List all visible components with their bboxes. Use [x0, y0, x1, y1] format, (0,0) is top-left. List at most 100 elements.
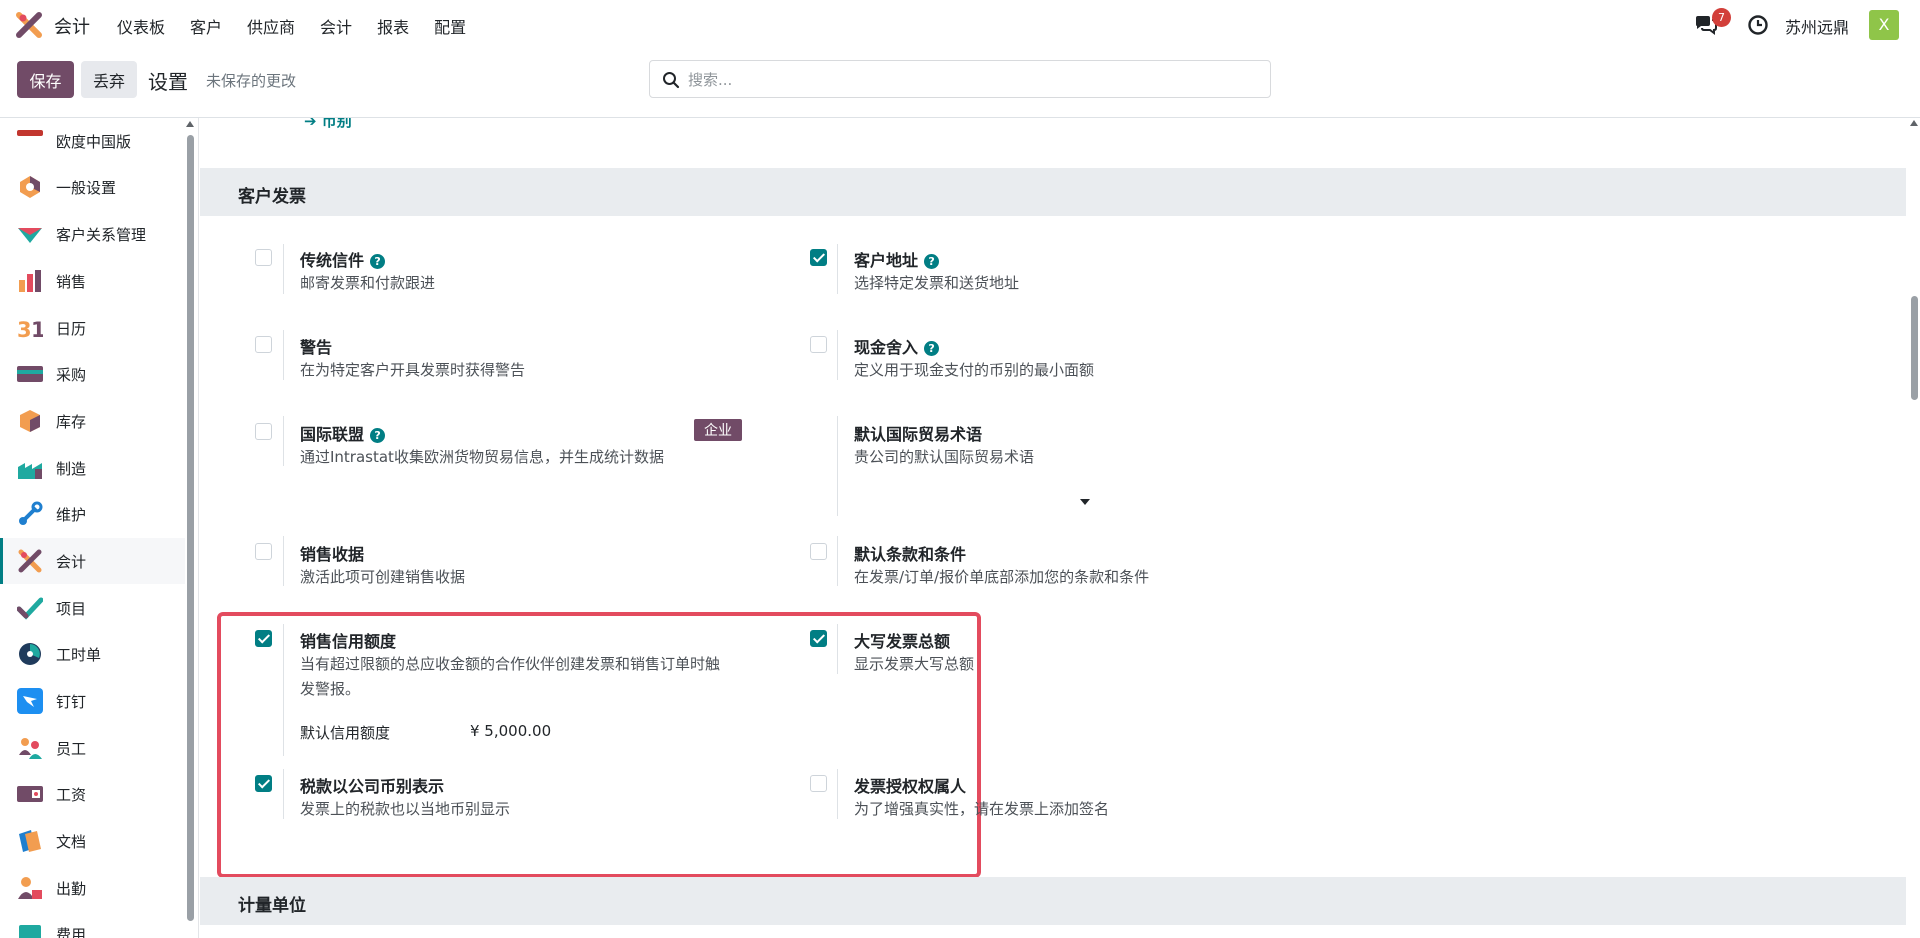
setting-desc: 选择特定发票和送货地址 — [854, 274, 1020, 292]
sales-receipt-checkbox[interactable] — [255, 543, 272, 560]
chevron-down-icon[interactable] — [1080, 499, 1090, 505]
setting-desc: 显示发票大写总额 — [854, 655, 975, 673]
calendar-icon: 31 — [17, 318, 43, 341]
invoice-signature-checkbox[interactable] — [810, 775, 827, 792]
help-icon[interactable]: ? — [924, 254, 940, 269]
employees-icon — [19, 738, 42, 759]
intrastat-checkbox[interactable] — [255, 423, 272, 440]
incoterm-select[interactable] — [854, 478, 1094, 506]
setting-desc: 发警报。 — [300, 680, 361, 698]
divider — [283, 416, 284, 466]
cash-rounding-checkbox[interactable] — [810, 336, 827, 353]
section-units-of-measure: 计量单位 — [200, 877, 1906, 925]
divider — [283, 624, 284, 756]
sidebar-item-general-settings[interactable]: 一般设置 — [0, 164, 185, 210]
app-name[interactable]: 会计 — [54, 13, 90, 39]
accounting-app-icon[interactable] — [16, 12, 42, 38]
divider — [837, 244, 838, 294]
currency-link[interactable]: ➔ 币别 — [304, 118, 352, 131]
dingtalk-icon — [17, 688, 43, 714]
setting-desc: 为了增强真实性，请在发票上添加签名 — [854, 800, 1110, 818]
expenses-icon — [19, 925, 41, 938]
sidebar-item-timesheet[interactable]: 工时单 — [0, 631, 185, 677]
crm-icon — [18, 228, 42, 243]
svg-text:3: 3 — [17, 318, 32, 341]
menu-vendors[interactable]: 供应商 — [247, 14, 295, 38]
inventory-icon — [20, 410, 40, 432]
amount-in-words-checkbox[interactable] — [810, 630, 827, 647]
sidebar-item-sales[interactable]: 销售 — [0, 258, 185, 304]
setting-title: 发票授权权属人 — [854, 777, 967, 796]
sidebar-item-inventory[interactable]: 库存 — [0, 398, 185, 444]
help-icon[interactable]: ? — [370, 428, 386, 443]
sidebar-item-calendar[interactable]: 31 日历 — [0, 305, 185, 351]
snailmail-checkbox[interactable] — [255, 249, 272, 266]
default-credit-label: 默认信用额度 — [300, 724, 391, 742]
customer-address-checkbox[interactable] — [810, 249, 827, 266]
setting-desc: 贵公司的默认国际贸易术语 — [854, 448, 1035, 466]
setting-title: 默认条款和条件 — [854, 545, 967, 564]
sidebar-item-employees[interactable]: 员工 — [0, 725, 185, 771]
setting-title: 客户地址? — [854, 247, 940, 271]
setting-title: 传统信件? — [300, 247, 386, 271]
discard-button[interactable]: 丢弃 — [81, 61, 137, 98]
main-menu: 仪表板 客户 供应商 会计 报表 配置 — [117, 14, 491, 38]
payroll-icon — [17, 786, 43, 802]
section-customer-invoices: 客户发票 — [200, 168, 1906, 216]
sidebar-scrollbar[interactable] — [187, 135, 194, 921]
menu-configuration[interactable]: 配置 — [434, 14, 466, 38]
menu-customers[interactable]: 客户 — [190, 14, 222, 38]
sales-icon — [19, 270, 41, 292]
credit-limit-checkbox[interactable] — [255, 630, 272, 647]
save-button[interactable]: 保存 — [17, 61, 74, 98]
sidebar-item-maintenance[interactable]: 维护 — [0, 491, 185, 537]
main-scroll-up[interactable] — [1910, 120, 1918, 126]
warning-checkbox[interactable] — [255, 336, 272, 353]
user-avatar[interactable]: X — [1869, 10, 1899, 40]
search-input[interactable] — [688, 67, 1248, 93]
sidebar-item-purchase[interactable]: 采购 — [0, 351, 185, 397]
menu-dashboard[interactable]: 仪表板 — [117, 14, 165, 38]
activity-clock-icon[interactable] — [1747, 14, 1769, 36]
divider — [837, 416, 838, 516]
settings-content: ➔ 币别 客户发票 传统信件? 邮寄发票和付款跟进 客户地址? 选择特定发票和送… — [200, 118, 1920, 938]
sidebar-item-odoo-china[interactable]: 欧度中国版 — [0, 118, 185, 164]
divider — [837, 624, 838, 674]
setting-desc: 当有超过限额的总应收金额的合作伙伴创建发票和销售订单时触 — [300, 655, 721, 673]
messages-badge: 7 — [1712, 8, 1731, 27]
section-title: 客户发票 — [238, 187, 306, 207]
setting-desc: 在为特定客户开具发票时获得警告 — [300, 361, 526, 379]
sidebar-item-documents[interactable]: 文档 — [0, 818, 185, 864]
settings-sidebar: 欧度中国版 一般设置 客户关系管理 销售 31 日历 采购 库存 制造 维护 会… — [0, 118, 199, 938]
sidebar-item-payroll[interactable]: 工资 — [0, 771, 185, 817]
svg-text:1: 1 — [31, 318, 43, 341]
default-credit-input[interactable]: ¥ 5,000.00 — [470, 722, 551, 740]
documents-icon — [19, 830, 41, 852]
company-switcher[interactable]: 苏州远鼎 — [1785, 14, 1849, 38]
sidebar-item-project[interactable]: 项目 — [0, 585, 185, 631]
help-icon[interactable]: ? — [924, 341, 940, 356]
sidebar-item-manufacturing[interactable]: 制造 — [0, 445, 185, 491]
section-title: 计量单位 — [238, 896, 306, 916]
main-scrollbar[interactable] — [1911, 296, 1918, 400]
general-settings-icon — [20, 176, 40, 198]
manufacturing-icon — [18, 463, 42, 479]
setting-title: 警告 — [300, 338, 333, 357]
help-icon[interactable]: ? — [370, 254, 386, 269]
sidebar-item-dingtalk[interactable]: 钉钉 — [0, 678, 185, 724]
menu-accounting[interactable]: 会计 — [320, 14, 352, 38]
menu-reporting[interactable]: 报表 — [377, 14, 409, 38]
enterprise-badge: 企业 — [694, 419, 742, 441]
divider — [283, 769, 284, 819]
divider — [283, 330, 284, 380]
sidebar-scroll-up[interactable] — [186, 121, 194, 127]
sidebar-item-expenses[interactable]: 费用 — [0, 911, 185, 938]
sidebar-item-accounting[interactable]: 会计 — [0, 538, 185, 584]
sidebar-item-attendance[interactable]: 出勤 — [0, 865, 185, 911]
setting-title: 税款以公司币别表示 — [300, 777, 445, 796]
tax-company-currency-checkbox[interactable] — [255, 775, 272, 792]
sidebar-item-crm[interactable]: 客户关系管理 — [0, 211, 185, 257]
odoo-china-icon — [17, 130, 43, 136]
unsaved-changes-label: 未保存的更改 — [206, 72, 297, 90]
terms-conditions-checkbox[interactable] — [810, 543, 827, 560]
